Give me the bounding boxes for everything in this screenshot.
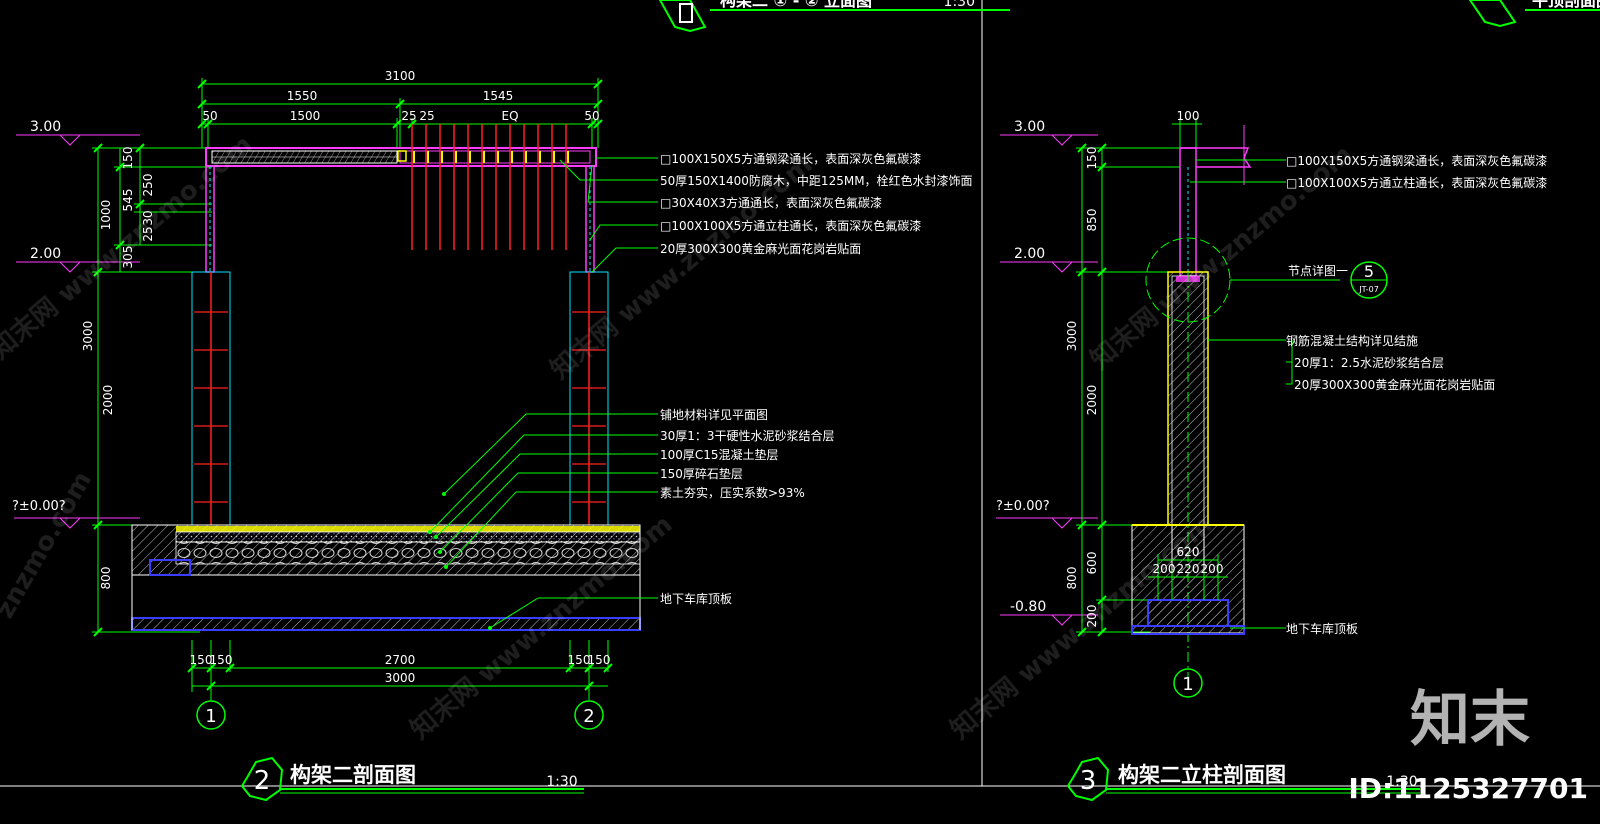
svg-text:3000: 3000 <box>1065 321 1079 352</box>
svg-text:150: 150 <box>1085 147 1099 170</box>
level-marker-200: 2.00 <box>1000 246 1098 273</box>
svg-text:3100: 3100 <box>385 69 416 83</box>
top-title-right-text: 平顶剖面图 <box>1532 0 1600 10</box>
svg-text:600: 600 <box>1085 552 1099 575</box>
watermark-logo: 知末 ID:1125327701 <box>1348 685 1588 805</box>
svg-text:850: 850 <box>1085 209 1099 232</box>
cad-drawing: 构架二 ① - ② 立面图 1:30 平顶剖面图 3.00 2.00 ?±0.0… <box>0 0 1600 805</box>
level-label: ?±0.00? <box>996 499 1050 514</box>
node-number: 5 <box>1364 262 1374 281</box>
svg-text:2700: 2700 <box>385 653 416 667</box>
callout-text: 50厚150X1400防腐木，中距125MM，栓红色水封漆饰面 <box>660 173 973 188</box>
svg-text:800: 800 <box>99 567 113 590</box>
callout-text: 地下车库顶板 <box>1286 621 1358 636</box>
callout-text: 20厚300X300黄金麻光面花岗岩贴面 <box>1294 377 1495 392</box>
callout-texts: □100X150X5方通钢梁通长，表面深灰色氟碳漆 □100X100X5方通立柱… <box>1286 153 1547 636</box>
level-label: 3.00 <box>1014 119 1045 135</box>
svg-text:1500: 1500 <box>290 109 321 123</box>
axis-bubble-1: 1 <box>196 692 226 730</box>
svg-text:150: 150 <box>210 653 233 667</box>
top-dimension-texts: 3100 1550 1545 50 1500 25 25 EQ 50 <box>202 69 599 123</box>
callout-leaders-upper <box>559 157 658 273</box>
level-marker-300: 3.00 <box>1000 119 1098 146</box>
callout-text: 150厚碎石垫层 <box>660 466 743 481</box>
title-scale: 1:30 <box>546 774 577 790</box>
svg-text:800: 800 <box>1065 567 1079 590</box>
level-label: 2.00 <box>30 246 61 262</box>
title-number: 3 <box>1080 766 1097 796</box>
svg-text:1: 1 <box>205 706 216 727</box>
level-label: 2.00 <box>1014 246 1045 262</box>
svg-text:150: 150 <box>588 653 611 667</box>
svg-text:25: 25 <box>419 109 434 123</box>
svg-text:3000: 3000 <box>385 671 416 685</box>
callout-text: 素土夯实，压实系数>93% <box>660 485 805 500</box>
svg-text:150: 150 <box>121 147 135 170</box>
top-title-right: 平顶剖面图 <box>1468 0 1600 28</box>
svg-text:25: 25 <box>401 109 416 123</box>
callout-text: 100厚C15混凝土垫层 <box>660 447 779 462</box>
svg-text:100: 100 <box>1177 109 1200 123</box>
level-marker-300: 3.00 <box>16 119 140 146</box>
callout-text: 20厚1：2.5水泥砂浆结合层 <box>1294 355 1444 370</box>
svg-text:200: 200 <box>1201 562 1224 576</box>
svg-text:545: 545 <box>121 189 135 212</box>
callout-text: □100X100X5方通立柱通长，表面深灰色氟碳漆 <box>660 218 921 233</box>
svg-text:2: 2 <box>583 706 594 727</box>
title-text: 构架二立柱剖面图 <box>1118 763 1286 787</box>
svg-text:3000: 3000 <box>81 321 95 352</box>
top-dimensions <box>197 78 603 148</box>
title-text: 构架二剖面图 <box>290 763 416 787</box>
node-sheet: JT-07 <box>1358 285 1379 294</box>
callout-text: 地下车库顶板 <box>660 591 732 606</box>
svg-text:1545: 1545 <box>483 89 514 103</box>
title-number: 2 <box>254 766 271 796</box>
svg-text:1000: 1000 <box>99 200 113 231</box>
svg-text:znzmo.com: znzmo.com <box>0 466 98 623</box>
bottom-dimension-texts: 150 150 2700 150 150 3000 <box>190 653 611 685</box>
svg-text:2000: 2000 <box>1085 385 1099 416</box>
column-right <box>569 271 609 526</box>
svg-text:50: 50 <box>202 109 217 123</box>
top-title-left: 构架二 ① - ② 立面图 1:30 <box>658 0 1010 33</box>
callout-text: 30厚1：3干硬性水泥砂浆结合层 <box>660 428 835 443</box>
node-label: 节点详图一 <box>1288 263 1348 278</box>
svg-text:1550: 1550 <box>287 89 318 103</box>
top-title-left-text: 构架二 ① - ② 立面图 <box>720 0 872 10</box>
top-dimension: 100 <box>1172 109 1202 148</box>
callout-leaders-lower <box>429 413 658 629</box>
svg-text:知末: 知末 <box>1410 685 1530 755</box>
callout-text: 铺地材料详见平面图 <box>660 407 768 422</box>
axis-bubble-2: 2 <box>574 692 604 730</box>
svg-text:250: 250 <box>141 174 155 197</box>
top-title-left-scale: 1:30 <box>944 0 975 10</box>
column-left <box>191 271 231 526</box>
timber-slats <box>411 124 567 250</box>
svg-text:50: 50 <box>584 109 599 123</box>
drawing-title-2: 2 构架二剖面图 1:30 <box>240 756 584 802</box>
svg-text:1: 1 <box>1182 674 1193 695</box>
callout-text: 钢筋混凝土结构详见结施 <box>1286 333 1418 348</box>
axis-bubble-1: 1 <box>1173 668 1203 698</box>
level-label: -0.80 <box>1010 599 1046 615</box>
svg-text:EQ: EQ <box>501 109 518 123</box>
svg-text:2000: 2000 <box>101 385 115 416</box>
section-2: 3.00 2.00 ?±0.00? 1000 150 545 250 30 25… <box>12 69 973 802</box>
watermark-id: ID:1125327701 <box>1348 772 1588 805</box>
level-label: 3.00 <box>30 119 61 135</box>
callout-texts-lower: 铺地材料详见平面图 30厚1：3干硬性水泥砂浆结合层 100厚C15混凝土垫层 … <box>660 407 835 606</box>
